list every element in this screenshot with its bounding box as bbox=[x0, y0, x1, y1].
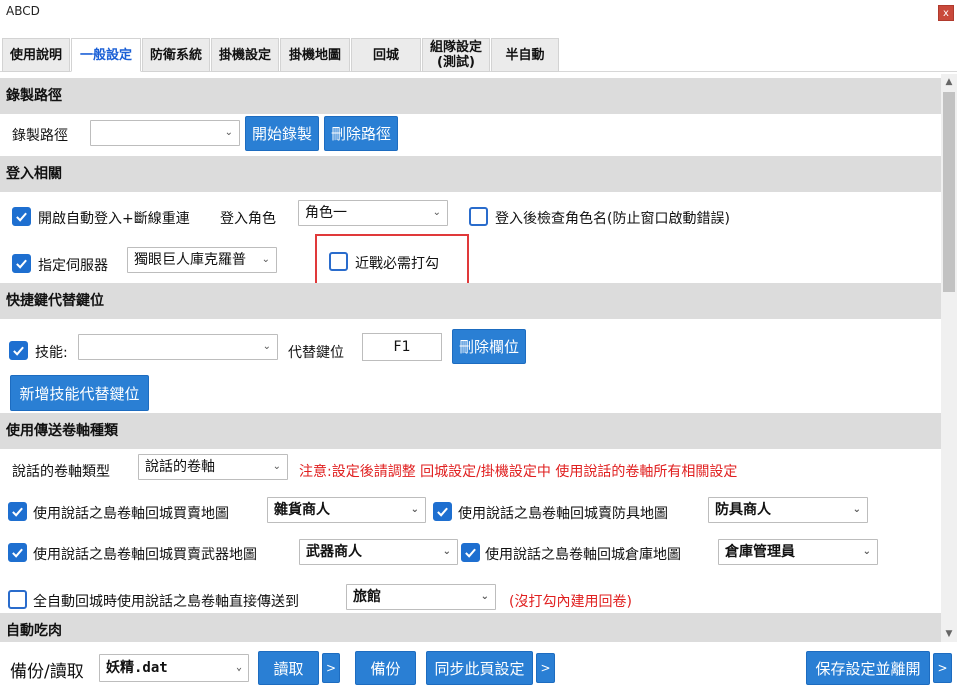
scroll-type-select[interactable]: 說話的卷軸 ⌄ bbox=[138, 454, 288, 480]
dropdown-caret-icon: ⌄ bbox=[852, 504, 861, 515]
footer-bar: 備份/讀取 妖精.dat ⌄ 讀取 > 備份 同步此頁設定 > 保存設定並離開 > bbox=[0, 644, 957, 692]
scroll-note: 注意:設定後請調整 回城設定/掛機設定中 使用說話的卷軸所有相關設定 bbox=[299, 464, 738, 480]
server-label: 指定伺服器 bbox=[38, 258, 108, 274]
close-button[interactable]: x bbox=[938, 5, 954, 21]
section-login: 登入相關 bbox=[0, 156, 941, 192]
check-icon bbox=[465, 548, 476, 558]
check-icon bbox=[12, 548, 23, 558]
title-bar: ABCD x bbox=[0, 0, 957, 32]
window-title: ABCD bbox=[6, 4, 40, 18]
check-icon bbox=[16, 212, 27, 222]
section-record-path: 錄製路徑 bbox=[0, 78, 941, 114]
dropdown-caret-icon: ⌄ bbox=[410, 504, 419, 515]
tab-bar: 使用說明 一般設定 防衛系統 掛機設定 掛機地圖 回城 組隊設定 (測試) 半自… bbox=[0, 38, 957, 72]
warehouse-label: 使用說話之島卷軸回城倉庫地圖 bbox=[485, 547, 681, 563]
dropdown-caret-icon: ⌄ bbox=[442, 546, 451, 557]
login-role-label: 登入角色 bbox=[220, 211, 276, 227]
server-select[interactable]: 獨眼巨人庫克羅普 ⌄ bbox=[127, 247, 277, 273]
auto-return-checkbox[interactable] bbox=[8, 590, 27, 609]
dropdown-caret-icon: ⌄ bbox=[480, 591, 489, 602]
grocery-label: 使用說話之島卷軸回城買賣地圖 bbox=[33, 506, 229, 522]
save-arrow-button[interactable]: > bbox=[933, 653, 952, 683]
weapon-select[interactable]: 武器商人 ⌄ bbox=[299, 539, 458, 565]
skill-checkbox[interactable] bbox=[9, 341, 28, 360]
armor-label: 使用說話之島卷軸回城賣防具地圖 bbox=[458, 506, 668, 522]
backup-read-label: 備份/讀取 bbox=[10, 662, 84, 682]
auto-return-note: (沒打勾內建用回卷) bbox=[509, 594, 632, 610]
section-scroll-type: 使用傳送卷軸種類 bbox=[0, 413, 941, 449]
dropdown-caret-icon: ⌄ bbox=[432, 207, 441, 218]
weapon-checkbox[interactable] bbox=[8, 543, 27, 562]
melee-label: 近戰必需打勾 bbox=[355, 256, 439, 272]
record-path-select[interactable]: ⌄ bbox=[90, 120, 240, 146]
delete-path-button[interactable]: 刪除路徑 bbox=[324, 116, 398, 151]
section-hotkey: 快捷鍵代替鍵位 bbox=[0, 283, 941, 319]
warehouse-checkbox[interactable] bbox=[461, 543, 480, 562]
sync-arrow-button[interactable]: > bbox=[536, 653, 555, 683]
check-role-name-checkbox[interactable] bbox=[469, 207, 488, 226]
vertical-scrollbar[interactable]: ▲ ▼ bbox=[941, 74, 957, 642]
tab-afk-settings[interactable]: 掛機設定 bbox=[211, 38, 279, 72]
dropdown-caret-icon: ⌄ bbox=[261, 254, 270, 265]
scroll-type-label: 說話的卷軸類型 bbox=[12, 464, 110, 480]
check-icon bbox=[13, 346, 24, 356]
read-arrow-button[interactable]: > bbox=[322, 653, 340, 683]
record-path-label: 錄製路徑 bbox=[12, 128, 68, 144]
dropdown-caret-icon: ⌄ bbox=[224, 127, 233, 138]
tab-usage[interactable]: 使用說明 bbox=[2, 38, 70, 72]
tab-party-settings[interactable]: 組隊設定 (測試) bbox=[422, 38, 490, 72]
dropdown-caret-icon: ⌄ bbox=[262, 341, 271, 352]
settings-panel: 錄製路徑 錄製路徑 ⌄ 開始錄製 刪除路徑 登入相關 開啟自動登入+斷線重連 登… bbox=[0, 74, 941, 642]
scrollbar-thumb[interactable] bbox=[943, 92, 955, 292]
tab-afk-map[interactable]: 掛機地圖 bbox=[280, 38, 350, 72]
skill-select[interactable]: ⌄ bbox=[78, 334, 278, 360]
check-icon bbox=[437, 507, 448, 517]
armor-select[interactable]: 防具商人 ⌄ bbox=[708, 497, 868, 523]
auto-login-label: 開啟自動登入+斷線重連 bbox=[38, 211, 190, 227]
skill-label: 技能: bbox=[35, 345, 68, 361]
dropdown-caret-icon: ⌄ bbox=[235, 662, 242, 673]
replace-key-input[interactable]: F1 bbox=[362, 333, 442, 361]
close-icon: x bbox=[943, 8, 949, 19]
dropdown-caret-icon: ⌄ bbox=[272, 461, 281, 472]
tab-general-settings[interactable]: 一般設定 bbox=[71, 38, 141, 72]
start-record-button[interactable]: 開始錄製 bbox=[245, 116, 319, 151]
check-icon bbox=[12, 507, 23, 517]
section-auto-eat: 自動吃肉 bbox=[0, 613, 941, 642]
grocery-select[interactable]: 雜貨商人 ⌄ bbox=[267, 497, 426, 523]
scroll-up-icon[interactable]: ▲ bbox=[941, 74, 957, 90]
auto-login-checkbox[interactable] bbox=[12, 207, 31, 226]
add-skill-replace-button[interactable]: 新增技能代替鍵位 bbox=[10, 375, 149, 411]
delete-field-button[interactable]: 刪除欄位 bbox=[452, 329, 526, 364]
warehouse-select[interactable]: 倉庫管理員 ⌄ bbox=[718, 539, 878, 565]
backup-button[interactable]: 備份 bbox=[355, 651, 416, 685]
weapon-label: 使用說話之島卷軸回城買賣武器地圖 bbox=[33, 547, 257, 563]
replace-key-label: 代替鍵位 bbox=[288, 345, 344, 361]
profile-file-select[interactable]: 妖精.dat ⌄ bbox=[99, 654, 249, 682]
tab-return-town[interactable]: 回城 bbox=[351, 38, 421, 72]
auto-return-select[interactable]: 旅館 ⌄ bbox=[346, 584, 496, 610]
check-icon bbox=[16, 259, 27, 269]
tab-semi-auto[interactable]: 半自動 bbox=[491, 38, 559, 72]
sync-page-button[interactable]: 同步此頁設定 bbox=[426, 651, 533, 685]
tab-defense-system[interactable]: 防衛系統 bbox=[142, 38, 210, 72]
armor-checkbox[interactable] bbox=[433, 502, 452, 521]
dropdown-caret-icon: ⌄ bbox=[862, 546, 871, 557]
save-exit-button[interactable]: 保存設定並離開 bbox=[806, 651, 930, 685]
auto-return-label: 全自動回城時使用說話之島卷軸直接傳送到 bbox=[33, 594, 299, 610]
read-button[interactable]: 讀取 bbox=[258, 651, 319, 685]
login-role-select[interactable]: 角色一 ⌄ bbox=[298, 200, 448, 226]
server-checkbox[interactable] bbox=[12, 254, 31, 273]
melee-checkbox[interactable] bbox=[329, 252, 348, 271]
grocery-checkbox[interactable] bbox=[8, 502, 27, 521]
check-role-name-label: 登入後檢查角色名(防止窗口啟動錯誤) bbox=[495, 211, 730, 227]
scroll-down-icon[interactable]: ▼ bbox=[941, 626, 957, 642]
